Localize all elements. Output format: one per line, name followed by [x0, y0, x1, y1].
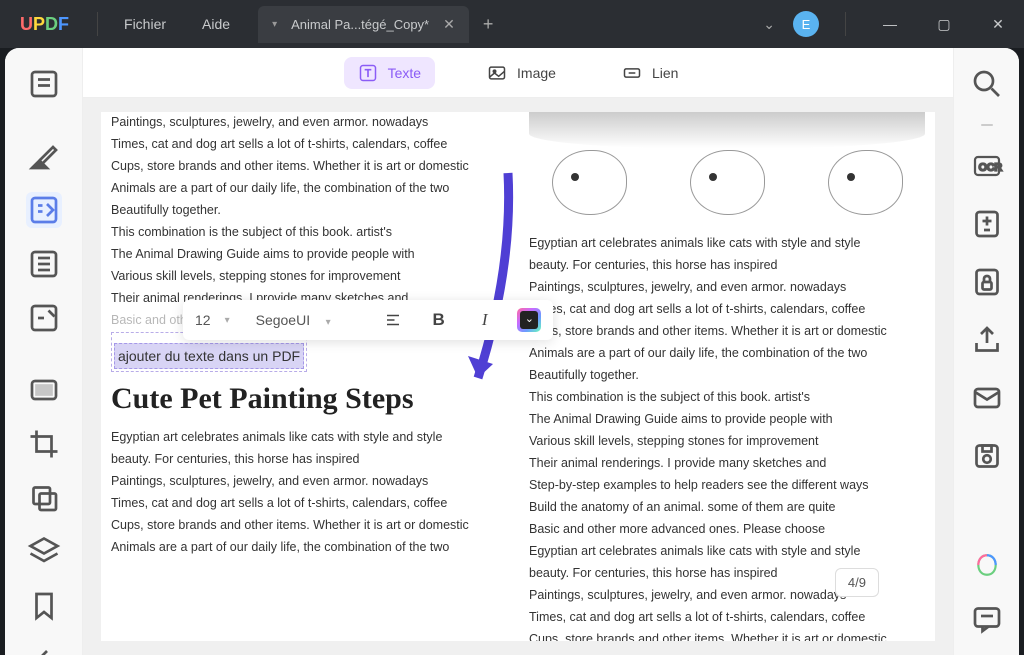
color-picker-button[interactable]: [517, 308, 541, 332]
close-button[interactable]: ✕: [980, 6, 1016, 42]
tab-dropdown-icon[interactable]: ▾: [272, 19, 277, 30]
comment-icon[interactable]: [969, 601, 1005, 637]
form-icon[interactable]: [26, 300, 62, 336]
chevron-down-icon: ▾: [326, 317, 331, 328]
animal-sketch: [552, 150, 627, 215]
pdf-page: Paintings, sculptures, jewelry, and even…: [101, 112, 935, 641]
email-icon[interactable]: [969, 380, 1005, 416]
animal-sketch: [690, 150, 765, 215]
document-tab[interactable]: ▾ Animal Pa...tégé_Copy* ✕: [258, 6, 469, 43]
chevron-down-icon[interactable]: ⌄: [763, 16, 775, 33]
image-tool-button[interactable]: Image: [473, 57, 570, 89]
avatar[interactable]: E: [793, 11, 819, 37]
copy-icon[interactable]: [26, 480, 62, 516]
left-sidebar: [5, 48, 83, 655]
divider: [845, 12, 846, 36]
app-logo: UPDF: [0, 14, 89, 35]
search-icon[interactable]: [969, 66, 1005, 102]
link-icon: [622, 63, 642, 83]
bookmark-icon[interactable]: [26, 588, 62, 624]
illustration-area: [529, 112, 925, 215]
right-column: Egyptian art celebrates animals like cat…: [529, 112, 925, 641]
crop-icon[interactable]: [26, 426, 62, 462]
svg-text:OCR: OCR: [978, 162, 1002, 174]
ocr-icon[interactable]: OCR: [969, 148, 1005, 184]
font-family-select[interactable]: SegoeUI ▾: [248, 312, 361, 328]
main-area: Texte Image Lien Paintings, sculptures, …: [83, 48, 953, 655]
bold-button[interactable]: B: [425, 306, 453, 334]
text-tool-button[interactable]: Texte: [344, 57, 435, 89]
convert-icon[interactable]: [969, 206, 1005, 242]
page-organize-icon[interactable]: [26, 246, 62, 282]
close-icon[interactable]: ✕: [443, 16, 455, 33]
titlebar: UPDF Fichier Aide ▾ Animal Pa...tégé_Cop…: [0, 0, 1024, 48]
share-icon[interactable]: [969, 322, 1005, 358]
maximize-button[interactable]: ▢: [926, 6, 962, 42]
text-format-toolbar: 12 ▾ SegoeUI ▾ B I: [183, 300, 553, 340]
workspace: Texte Image Lien Paintings, sculptures, …: [5, 48, 1019, 655]
layers-icon[interactable]: [26, 534, 62, 570]
add-tab-button[interactable]: +: [469, 14, 508, 35]
image-icon: [487, 63, 507, 83]
highlighter-icon[interactable]: [26, 138, 62, 174]
chevron-down-icon: ▾: [225, 315, 230, 326]
protect-icon[interactable]: [969, 264, 1005, 300]
divider: [97, 12, 98, 36]
menu-help[interactable]: Aide: [184, 16, 248, 32]
save-icon[interactable]: [969, 438, 1005, 474]
text-icon: [358, 63, 378, 83]
page-heading: Cute Pet Painting Steps: [111, 382, 507, 417]
attachment-icon[interactable]: [26, 642, 62, 655]
link-tool-button[interactable]: Lien: [608, 57, 692, 89]
align-left-button[interactable]: [379, 306, 407, 334]
redact-icon[interactable]: [26, 372, 62, 408]
updf-logo-icon[interactable]: [969, 547, 1005, 583]
right-sidebar: OCR: [953, 48, 1019, 655]
thumbnails-icon[interactable]: [26, 66, 62, 102]
page-indicator[interactable]: 4/9: [835, 568, 879, 597]
minimize-button[interactable]: —: [872, 6, 908, 42]
tab-title: Animal Pa...tégé_Copy*: [291, 17, 429, 32]
animal-sketch: [828, 150, 903, 215]
edit-toolbar: Texte Image Lien: [83, 48, 953, 98]
font-size-select[interactable]: 12 ▾: [195, 312, 230, 328]
menu-file[interactable]: Fichier: [106, 16, 184, 32]
document-viewport[interactable]: Paintings, sculptures, jewelry, and even…: [83, 98, 953, 655]
editable-text[interactable]: ajouter du texte dans un PDF: [114, 343, 304, 369]
italic-button[interactable]: I: [471, 306, 499, 334]
left-column: Paintings, sculptures, jewelry, and even…: [111, 112, 507, 641]
separator: [981, 124, 993, 126]
edit-text-icon[interactable]: [26, 192, 62, 228]
